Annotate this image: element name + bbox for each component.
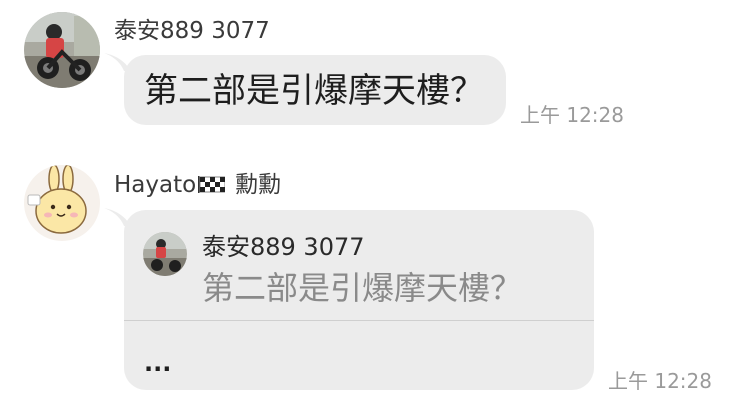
message-bubble[interactable]: 第二部是引爆摩天樓？ — [124, 55, 506, 125]
quoted-sender-name: 泰安889 3077 — [202, 233, 365, 261]
message-text: 第二部是引爆摩天樓？ — [144, 71, 484, 111]
bubble-tail — [104, 53, 128, 71]
sender-name-suffix: 勳勳 — [235, 172, 282, 198]
sender-name-text: Hayato — [114, 172, 197, 198]
sender-name: Hayato 勳勳 — [114, 171, 281, 199]
checkered-flag-icon — [198, 176, 226, 193]
reply-message-text: ... — [144, 349, 172, 377]
quoted-sender-avatar — [143, 232, 187, 276]
sender-avatar[interactable] — [24, 165, 100, 241]
bubble-tail — [104, 208, 128, 226]
sender-avatar[interactable] — [24, 12, 100, 88]
quote-divider — [124, 320, 594, 321]
message-timestamp: 上午 12:28 — [608, 369, 712, 393]
message-timestamp: 上午 12:28 — [520, 103, 624, 127]
sender-name: 泰安889 3077 — [114, 18, 270, 44]
reply-message-bubble[interactable]: 泰安889 3077 第二部是引爆摩天樓？ ... — [124, 210, 594, 390]
quoted-message-text[interactable]: 第二部是引爆摩天樓？ — [202, 268, 522, 308]
